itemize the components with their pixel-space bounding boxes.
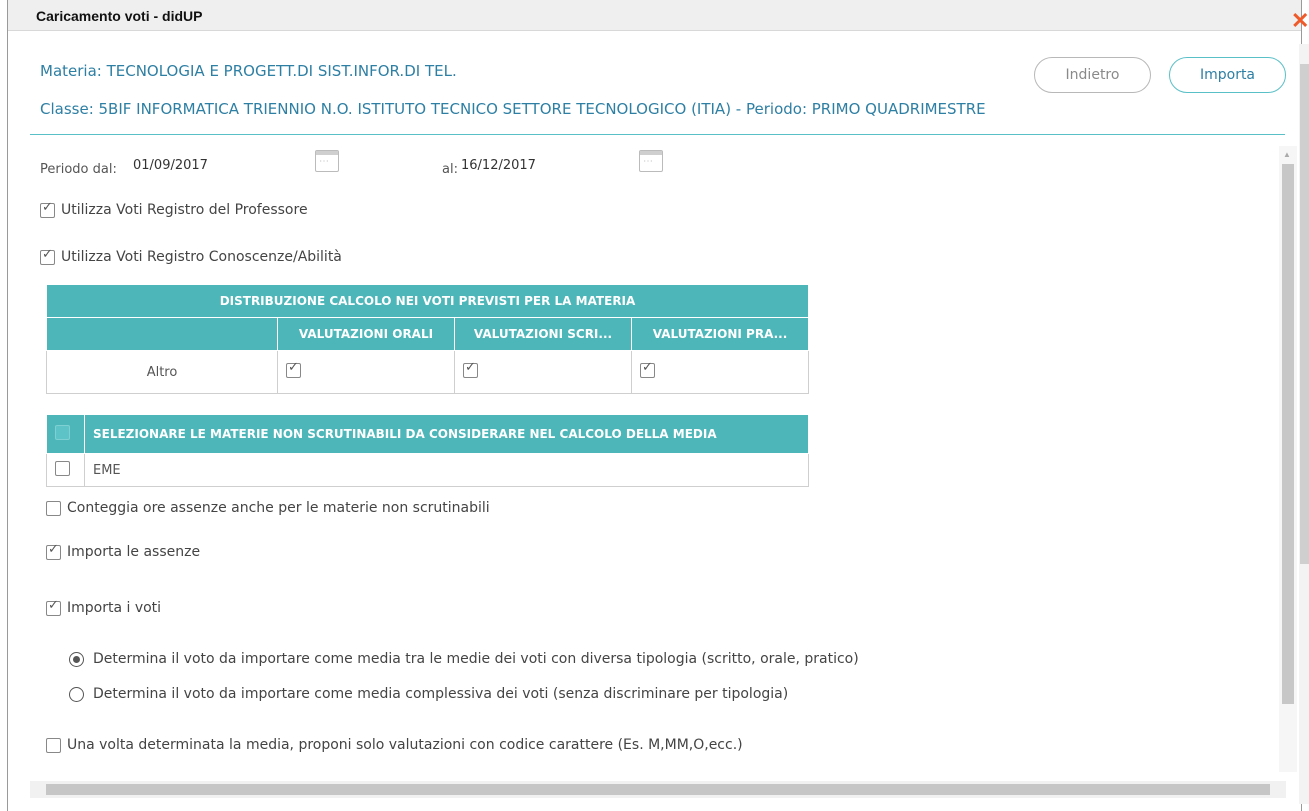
- horizontal-scrollbar[interactable]: [30, 781, 1286, 798]
- checkbox-icon[interactable]: [40, 200, 55, 218]
- scrollbar-thumb[interactable]: [1300, 64, 1309, 564]
- import-dialog: Caricamento voti - didUP ✕ Materia: TECN…: [7, 0, 1309, 811]
- use-prof-register-label: Utilizza Voti Registro del Professore: [61, 202, 308, 218]
- scrollbar-thumb[interactable]: [46, 784, 1270, 795]
- column-header: VALUTAZIONI PRA...: [631, 317, 809, 351]
- distribution-table: DISTRIBUZIONE CALCOLO NEI VOTI PREVISTI …: [46, 284, 809, 394]
- import-button[interactable]: Importa: [1169, 57, 1286, 93]
- checkbox-icon[interactable]: [46, 598, 61, 616]
- empty-header: [46, 317, 278, 351]
- checkbox-icon[interactable]: [40, 247, 55, 265]
- scroll-up-icon[interactable]: ▲: [1283, 150, 1291, 159]
- row-label: Altro: [46, 350, 278, 394]
- char-codes-option[interactable]: Una volta determinata la media, proponi …: [46, 737, 743, 753]
- checkbox-icon[interactable]: [55, 460, 70, 476]
- period-to-field[interactable]: 16/12/2017: [461, 158, 536, 173]
- subjects-table: SELEZIONARE LE MATERIE NON SCRUTINABILI …: [46, 414, 809, 487]
- checkbox-icon[interactable]: [463, 360, 478, 378]
- radio-by-type-option[interactable]: Determina il voto da importare come medi…: [69, 651, 859, 667]
- use-knowledge-register-option[interactable]: Utilizza Voti Registro Conoscenze/Abilit…: [40, 247, 342, 265]
- distribution-table-title: DISTRIBUZIONE CALCOLO NEI VOTI PREVISTI …: [46, 284, 809, 318]
- count-non-graded-label: Conteggia ore assenze anche per le mater…: [67, 500, 490, 516]
- table-cell: [277, 350, 455, 394]
- content-scrollbar[interactable]: ▲: [1279, 146, 1297, 772]
- checkbox-icon[interactable]: [46, 542, 61, 560]
- select-all-checkbox[interactable]: [55, 425, 70, 440]
- class-label: Classe: 5BIF INFORMATICA TRIENNIO N.O. I…: [40, 100, 986, 118]
- period-from-label: Periodo dal:: [40, 162, 117, 177]
- checkbox-icon[interactable]: [46, 500, 61, 516]
- subject-name: EME: [84, 453, 809, 487]
- use-prof-register-option[interactable]: Utilizza Voti Registro del Professore: [40, 200, 308, 218]
- window-title: Caricamento voti - didUP: [36, 8, 203, 24]
- radio-by-type-label: Determina il voto da importare come medi…: [93, 651, 859, 667]
- period-from-field[interactable]: 01/09/2017: [133, 158, 208, 173]
- radio-icon[interactable]: [69, 651, 84, 667]
- column-header: VALUTAZIONI SCRI...: [454, 317, 632, 351]
- import-absences-label: Importa le assenze: [67, 544, 201, 560]
- count-non-graded-option[interactable]: Conteggia ore assenze anche per le mater…: [46, 500, 490, 516]
- import-grades-option[interactable]: Importa i voti: [46, 598, 162, 616]
- use-knowledge-register-label: Utilizza Voti Registro Conoscenze/Abilit…: [61, 249, 342, 265]
- calendar-icon[interactable]: [639, 150, 663, 172]
- dialog-header: Materia: TECNOLOGIA E PROGETT.DI SIST.IN…: [30, 46, 1286, 135]
- table-cell: [454, 350, 632, 394]
- scrollbar-thumb[interactable]: [1282, 164, 1294, 704]
- dialog-content: Periodo dal: 01/09/2017 al: 16/12/2017 U…: [30, 134, 1278, 778]
- column-header: VALUTAZIONI ORALI: [277, 317, 455, 351]
- radio-overall-label: Determina il voto da importare come medi…: [93, 686, 789, 702]
- table-row: EME: [46, 453, 809, 487]
- radio-icon[interactable]: [69, 686, 84, 702]
- checkbox-icon[interactable]: [286, 360, 301, 378]
- table-row: Altro: [46, 350, 809, 394]
- radio-overall-option[interactable]: Determina il voto da importare come medi…: [69, 686, 788, 702]
- table-cell: [631, 350, 809, 394]
- title-bar[interactable]: Caricamento voti - didUP ✕: [8, 0, 1309, 32]
- checkbox-icon[interactable]: [46, 737, 61, 753]
- dialog-scrollbar[interactable]: [1299, 44, 1309, 804]
- checkbox-icon[interactable]: [640, 360, 655, 378]
- table-cell: [46, 453, 85, 487]
- subjects-table-title: SELEZIONARE LE MATERIE NON SCRUTINABILI …: [84, 414, 809, 454]
- char-codes-label: Una volta determinata la media, proponi …: [67, 737, 743, 753]
- back-button[interactable]: Indietro: [1034, 57, 1151, 93]
- close-icon[interactable]: ✕: [1291, 10, 1309, 32]
- import-absences-option[interactable]: Importa le assenze: [46, 542, 201, 560]
- background-edge: [0, 0, 6, 811]
- import-grades-label: Importa i voti: [67, 600, 162, 616]
- period-to-label: al:: [442, 162, 458, 177]
- calendar-icon[interactable]: [315, 150, 339, 172]
- subject-label: Materia: TECNOLOGIA E PROGETT.DI SIST.IN…: [40, 62, 457, 80]
- select-all-cell: [46, 414, 85, 454]
